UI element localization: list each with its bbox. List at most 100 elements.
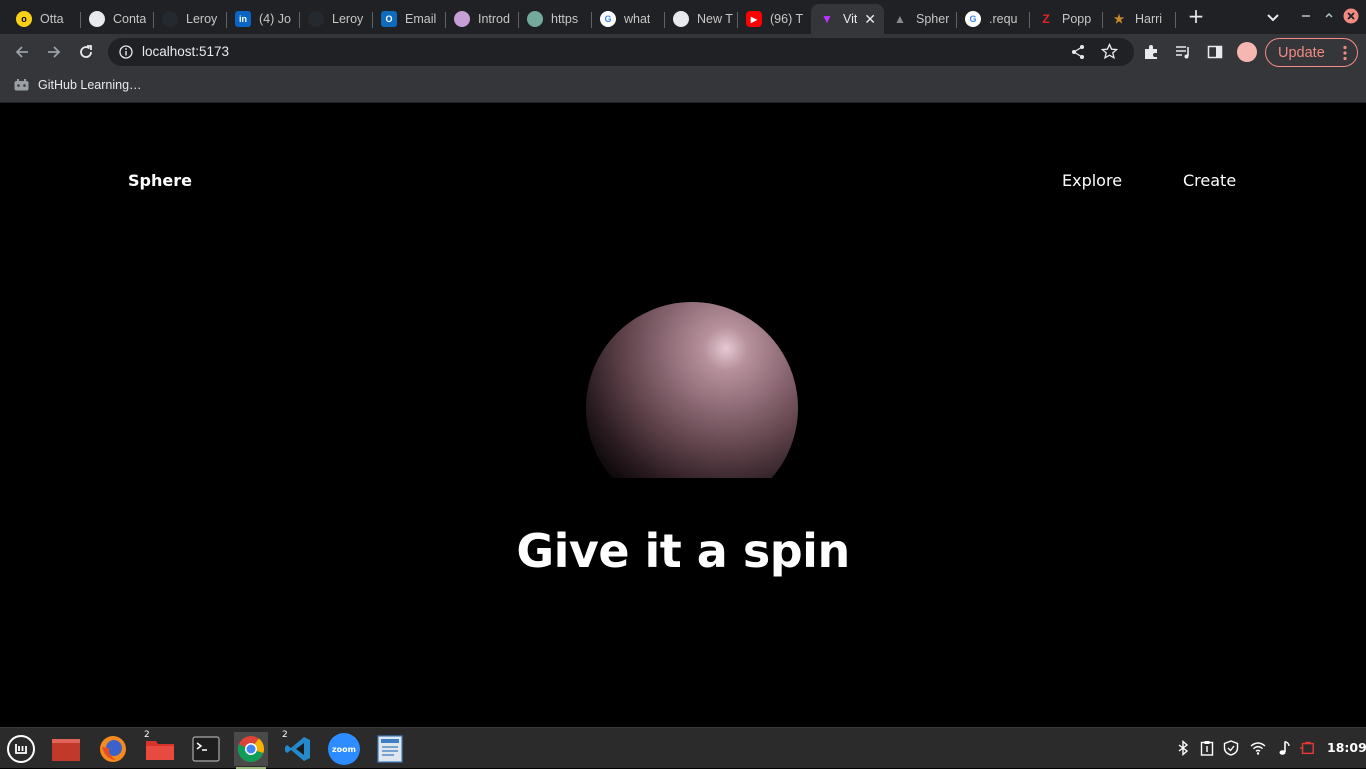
show-desktop-icon[interactable] — [49, 732, 83, 766]
tab-star-15[interactable]: ★ Harri — [1103, 4, 1176, 34]
tab-search-icon[interactable] — [1264, 8, 1282, 26]
tab-title: Leroy — [332, 12, 364, 26]
clipboard-icon[interactable] — [1199, 740, 1215, 756]
mint-menu-icon[interactable] — [4, 732, 38, 766]
tab-google-8[interactable]: Gwhat — [592, 4, 665, 34]
tab-title: New T — [697, 12, 733, 26]
tab-title: Spher — [916, 12, 950, 26]
back-icon[interactable] — [12, 42, 32, 62]
tab-title: Conta — [113, 12, 147, 26]
outlook-icon: O — [381, 11, 397, 27]
close-tab-icon[interactable]: ✕ — [864, 11, 876, 28]
shield-icon[interactable] — [1223, 740, 1239, 756]
tab-linkedin-3[interactable]: in (4) Jo — [227, 4, 300, 34]
youtube-icon: ▶ — [746, 11, 762, 27]
chrome-icon[interactable] — [234, 732, 268, 769]
chatgpt-icon — [527, 11, 543, 27]
vite-icon: ▼ — [821, 12, 833, 26]
firefox-icon[interactable] — [96, 732, 130, 766]
share-icon[interactable] — [1070, 44, 1086, 60]
profile-avatar[interactable] — [1237, 42, 1257, 62]
tab-title: (4) Jo — [259, 12, 291, 26]
nav-link-create[interactable]: Create — [1183, 171, 1236, 190]
clock[interactable]: 18:09 — [1327, 740, 1366, 755]
tab-title: Otta — [40, 12, 64, 26]
bookmarks-bar: GitHub Learning… — [0, 70, 1366, 103]
tab-title: https — [551, 12, 579, 26]
side-panel-icon[interactable] — [1206, 43, 1224, 61]
media-controls-icon[interactable] — [1174, 43, 1192, 61]
site-logo[interactable]: Sphere — [128, 171, 192, 190]
tab-title: Introd — [478, 12, 510, 26]
github-icon — [14, 79, 29, 91]
files-badge: 2 — [144, 730, 150, 740]
sphere-3d-model[interactable] — [586, 302, 798, 478]
vscode-icon[interactable]: 2 — [281, 730, 315, 766]
otta-icon: o — [16, 11, 32, 27]
tab-title: what — [624, 12, 651, 26]
chrome-icon — [673, 11, 689, 27]
wifi-icon[interactable] — [1250, 740, 1266, 756]
address-bar[interactable]: localhost:5173 — [108, 38, 1134, 66]
tab-title: Harri — [1135, 12, 1163, 26]
files-icon[interactable]: 2 — [143, 730, 177, 766]
site-info-icon[interactable] — [119, 45, 133, 59]
tab-list: o Otta Conta Leroy in (4) Jo Leroy O Email Introd… — [8, 4, 1176, 34]
tab-vercel-12[interactable]: ▲ Spher — [884, 4, 957, 34]
browser-tab-strip: o Otta Conta Leroy in (4) Jo Leroy O Email Introd… — [0, 0, 1366, 34]
web-page: Sphere Explore Create Give it a spin — [0, 104, 1366, 727]
tab-openai-6[interactable]: Introd — [446, 4, 519, 34]
tab-title: Vit — [843, 12, 858, 26]
update-button[interactable]: Update — [1265, 38, 1358, 67]
os-taskbar: 2 2 zoom 18:09 — [0, 727, 1366, 769]
terminal-icon[interactable] — [189, 732, 223, 766]
tab-title: .requ — [989, 12, 1018, 26]
url-text[interactable]: localhost:5173 — [142, 44, 229, 59]
nav-link-explore[interactable]: Explore — [1062, 171, 1122, 190]
tab-chrome-9[interactable]: New T — [665, 4, 738, 34]
zoom-icon[interactable]: zoom — [327, 732, 361, 766]
github-icon — [308, 11, 324, 27]
minimize-icon[interactable] — [1298, 8, 1314, 24]
bookmark-github-learning[interactable]: GitHub Learning… — [14, 78, 142, 92]
text-editor-icon[interactable] — [373, 732, 407, 766]
tab-title: Email — [405, 12, 437, 26]
google-icon: G — [965, 11, 981, 27]
hero-heading: Give it a spin — [516, 524, 850, 578]
sound-icon[interactable] — [1276, 740, 1292, 756]
maximize-icon[interactable] — [1321, 8, 1337, 24]
tab-title: (96) T — [770, 12, 804, 26]
zoho-icon: Z — [1042, 12, 1050, 26]
tab-github-4[interactable]: Leroy — [300, 4, 373, 34]
tab-globe-1[interactable]: Conta — [81, 4, 154, 34]
tab-chatgpt-7[interactable]: https — [519, 4, 592, 34]
tab-google-13[interactable]: G .requ — [957, 4, 1030, 34]
linkedin-icon: in — [235, 11, 251, 27]
tab-outlook-5[interactable]: O Email — [373, 4, 446, 34]
tab-title: Popp — [1062, 12, 1092, 26]
extensions-icon[interactable] — [1142, 43, 1160, 61]
new-tab-button[interactable]: + — [1185, 5, 1207, 27]
tab-zoho-14[interactable]: Z Popp — [1030, 4, 1103, 34]
tab-title: Leroy — [186, 12, 218, 26]
bookmark-label: GitHub Learning… — [38, 78, 142, 92]
tab-otta-0[interactable]: o Otta — [8, 4, 81, 34]
tab-github-2[interactable]: Leroy — [154, 4, 227, 34]
reload-icon[interactable] — [76, 42, 96, 62]
bluetooth-icon[interactable] — [1175, 740, 1191, 756]
google-icon: G — [600, 11, 616, 27]
browser-toolbar: localhost:5173 Update — [0, 34, 1366, 70]
tab-vite-11[interactable]: ▼ Vit ✕ — [811, 4, 884, 34]
close-window-icon[interactable] — [1343, 8, 1359, 24]
bookmark-star-icon[interactable] — [1101, 43, 1118, 60]
zoom-label: zoom — [328, 733, 360, 765]
vscode-badge: 2 — [282, 730, 288, 740]
tab-youtube-10[interactable]: ▶ (96) T — [738, 4, 811, 34]
more-menu-icon — [1343, 45, 1347, 61]
sphere-canvas[interactable] — [582, 300, 804, 478]
forward-icon[interactable] — [44, 42, 64, 62]
star-icon: ★ — [1113, 12, 1125, 26]
globe-icon — [89, 11, 105, 27]
battery-icon[interactable] — [1299, 740, 1315, 756]
openai-icon — [454, 11, 470, 27]
